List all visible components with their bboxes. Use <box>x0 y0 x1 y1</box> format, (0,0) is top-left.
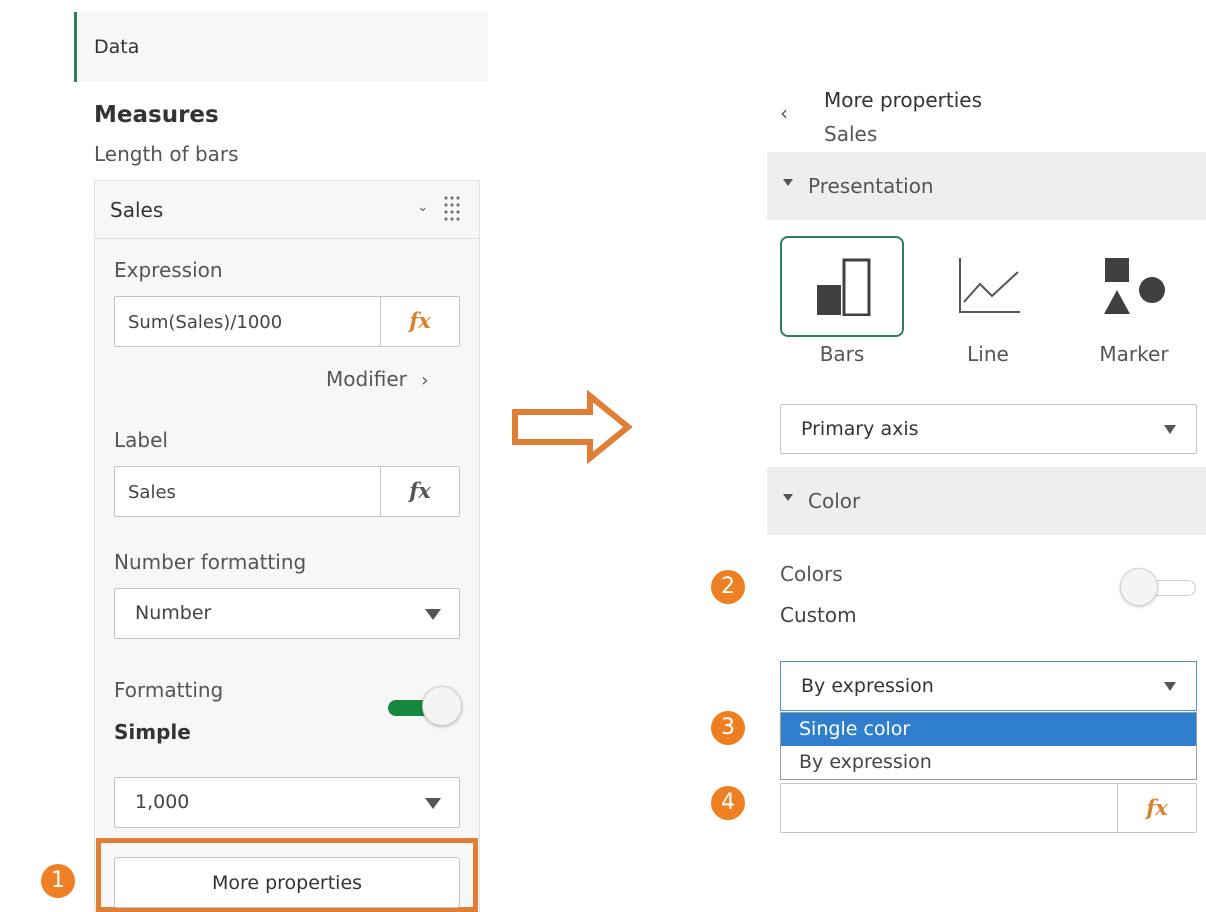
panel-subtitle: Sales <box>824 122 878 146</box>
back-chevron-icon[interactable]: ‹ <box>780 101 788 125</box>
label-label: Label <box>114 428 168 452</box>
option-label: Single color <box>799 718 911 740</box>
formatting-value: Simple <box>114 720 191 744</box>
bar-chart-icon <box>817 258 871 316</box>
dropdown-arrow-icon <box>425 609 441 620</box>
drag-handle-icon[interactable] <box>443 195 461 221</box>
measure-header[interactable]: Sales ⌄ <box>95 181 479 239</box>
marker-label: Marker <box>1099 342 1169 366</box>
expression-value: Sum(Sales)/1000 <box>128 312 283 333</box>
label-value: Sales <box>128 482 176 503</box>
format-pattern-dropdown[interactable]: 1,000 <box>114 777 460 828</box>
right-arrow-icon <box>512 390 633 464</box>
expression-field[interactable]: Sum(Sales)/1000 fx <box>114 296 460 347</box>
label-field[interactable]: Sales fx <box>114 466 460 517</box>
expression-label: Expression <box>114 258 223 282</box>
marker-shapes-icon <box>1104 258 1165 314</box>
panel-title: More properties <box>824 88 982 112</box>
colors-toggle[interactable] <box>1120 568 1198 606</box>
more-properties-button[interactable]: More properties <box>114 857 460 908</box>
number-formatting-dropdown[interactable]: Number <box>114 588 460 639</box>
bars-label: Bars <box>819 342 865 366</box>
caret-down-icon <box>783 494 793 501</box>
option-label: By expression <box>799 751 932 773</box>
colors-label: Colors <box>780 562 843 586</box>
data-tab-label: Data <box>94 36 140 58</box>
fx-icon[interactable]: fx <box>1117 784 1196 832</box>
bars-option[interactable] <box>780 236 904 337</box>
color-section-header[interactable]: Color <box>767 467 1206 535</box>
option-by-expression[interactable]: By expression <box>781 746 1196 779</box>
line-option[interactable] <box>926 236 1050 337</box>
modifier-link[interactable]: Modifier › <box>326 367 428 391</box>
marker-option[interactable] <box>1072 236 1196 337</box>
formatting-label: Formatting <box>114 678 224 702</box>
measure-name: Sales <box>110 198 164 222</box>
format-pattern-value: 1,000 <box>135 791 190 813</box>
formatting-toggle[interactable] <box>388 686 462 726</box>
step-badge-2: 2 <box>711 570 745 604</box>
chevron-down-icon[interactable]: ⌄ <box>417 199 429 215</box>
axis-dropdown[interactable]: Primary axis <box>780 404 1197 454</box>
modifier-label: Modifier <box>326 367 407 391</box>
data-section-tab[interactable]: Data <box>74 12 488 82</box>
colors-value: Custom <box>780 603 857 627</box>
presentation-section-header[interactable]: Presentation <box>767 152 1206 220</box>
toggle-knob <box>422 686 462 726</box>
option-single-color[interactable]: Single color <box>781 713 1196 746</box>
dropdown-arrow-icon <box>425 798 441 809</box>
color-mode-dropdown[interactable]: By expression <box>780 661 1197 711</box>
number-formatting-label: Number formatting <box>114 550 307 574</box>
line-label: Line <box>967 342 1009 366</box>
step-badge-3: 3 <box>711 711 745 745</box>
dropdown-arrow-icon <box>1164 425 1176 434</box>
dropdown-arrow-icon <box>1164 682 1176 691</box>
toggle-knob <box>1120 568 1158 606</box>
fx-icon[interactable]: fx <box>380 467 459 516</box>
caret-down-icon <box>783 179 793 186</box>
step-badge-4: 4 <box>711 786 745 820</box>
color-mode-value: By expression <box>801 675 934 697</box>
color-expression-field[interactable]: fx <box>780 783 1197 833</box>
measures-subtitle: Length of bars <box>94 142 239 166</box>
step-badge-1: 1 <box>41 864 75 898</box>
measures-title: Measures <box>94 102 219 128</box>
color-section-label: Color <box>808 489 861 513</box>
line-chart-icon <box>959 258 1020 313</box>
axis-value: Primary axis <box>801 418 919 440</box>
presentation-section-label: Presentation <box>808 174 934 198</box>
fx-icon[interactable]: fx <box>380 297 459 346</box>
number-formatting-value: Number <box>135 602 212 624</box>
chevron-right-icon: › <box>421 370 429 391</box>
